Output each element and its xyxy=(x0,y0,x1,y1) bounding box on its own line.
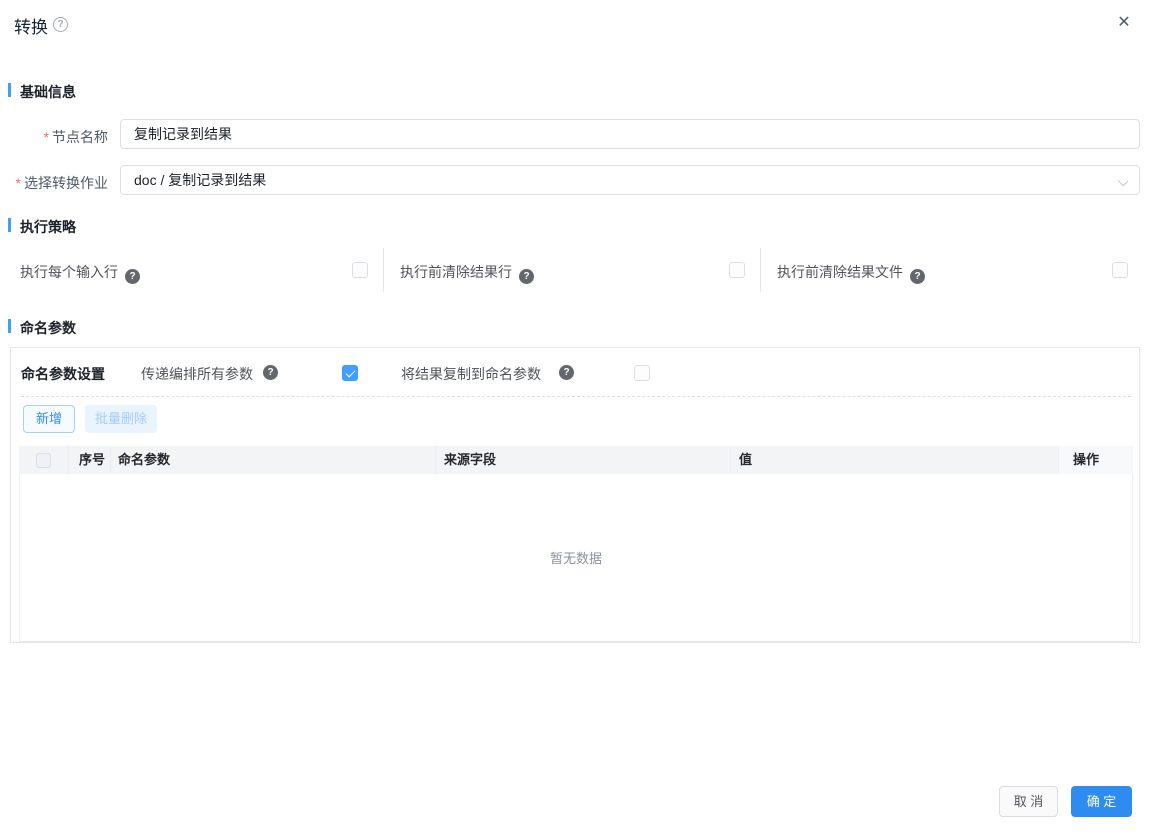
copy-result-to-params-label: 将结果复制到命名参数 xyxy=(401,366,541,382)
column-header-value: 值 xyxy=(731,446,1059,474)
pass-all-params-checkbox[interactable] xyxy=(342,365,358,381)
node-name-input[interactable]: 复制记录到结果 xyxy=(120,119,1140,149)
clear-result-files-label: 执行前清除结果文件? xyxy=(777,262,925,284)
section-accent-bar xyxy=(8,319,11,333)
section-strategy-title: 执行策略 xyxy=(20,219,76,235)
table-empty-body: 暂无数据 xyxy=(19,474,1133,642)
job-select[interactable]: doc / 复制记录到结果 xyxy=(120,165,1140,195)
add-button[interactable]: 新增 xyxy=(23,405,76,433)
table-header-row: 序号 命名参数 来源字段 值 操作 xyxy=(19,446,1133,474)
section-accent-bar xyxy=(8,218,11,232)
node-name-value: 复制记录到结果 xyxy=(134,126,232,142)
title-help-icon[interactable]: ? xyxy=(53,17,68,32)
help-icon[interactable]: ? xyxy=(263,365,278,380)
cancel-button[interactable]: 取 消 xyxy=(999,786,1058,817)
close-icon[interactable]: ✕ xyxy=(1113,12,1135,34)
required-mark: * xyxy=(15,175,21,191)
column-header-action: 操作 xyxy=(1059,446,1133,474)
empty-state-text: 暂无数据 xyxy=(549,551,602,566)
divider xyxy=(21,396,1131,397)
chevron-down-icon xyxy=(1117,175,1129,187)
pass-all-params-label: 传递编排所有参数 xyxy=(141,366,253,382)
node-name-label: * 节点名称 xyxy=(43,129,108,145)
select-all-checkbox[interactable] xyxy=(36,452,51,468)
help-icon[interactable]: ? xyxy=(559,365,574,380)
execute-every-input-row-checkbox[interactable] xyxy=(352,262,368,278)
batch-delete-button[interactable]: 批量删除 xyxy=(85,405,158,433)
named-params-panel: 命名参数设置 传递编排所有参数 ? 将结果复制到命名参数 ? 新增 批量删除 序… xyxy=(10,347,1140,643)
divider xyxy=(760,248,761,292)
job-select-label: * 选择转换作业 xyxy=(15,175,108,191)
confirm-button[interactable]: 确 定 xyxy=(1071,786,1132,817)
page-title: 转换 xyxy=(14,18,48,37)
column-header-param: 命名参数 xyxy=(111,446,436,474)
job-select-value: doc / 复制记录到结果 xyxy=(134,172,267,188)
params-table: 序号 命名参数 来源字段 值 操作 暂无数据 xyxy=(19,446,1133,642)
clear-result-rows-label: 执行前清除结果行? xyxy=(400,262,534,284)
section-accent-bar xyxy=(8,83,11,97)
clear-result-files-checkbox[interactable] xyxy=(1112,262,1128,278)
section-params-title: 命名参数 xyxy=(20,320,76,336)
table-header-checkbox-cell xyxy=(19,446,69,474)
clear-result-rows-checkbox[interactable] xyxy=(729,262,745,278)
help-icon[interactable]: ? xyxy=(519,269,534,284)
column-header-index: 序号 xyxy=(69,446,111,474)
params-settings-label: 命名参数设置 xyxy=(21,366,105,382)
required-mark: * xyxy=(43,129,49,145)
section-basic-title: 基础信息 xyxy=(20,84,76,100)
execute-every-input-row-label: 执行每个输入行? xyxy=(20,262,140,284)
help-icon[interactable]: ? xyxy=(910,269,925,284)
column-header-source: 来源字段 xyxy=(436,446,731,474)
copy-result-to-params-checkbox[interactable] xyxy=(634,365,650,381)
divider xyxy=(383,248,384,292)
help-icon[interactable]: ? xyxy=(125,269,140,284)
